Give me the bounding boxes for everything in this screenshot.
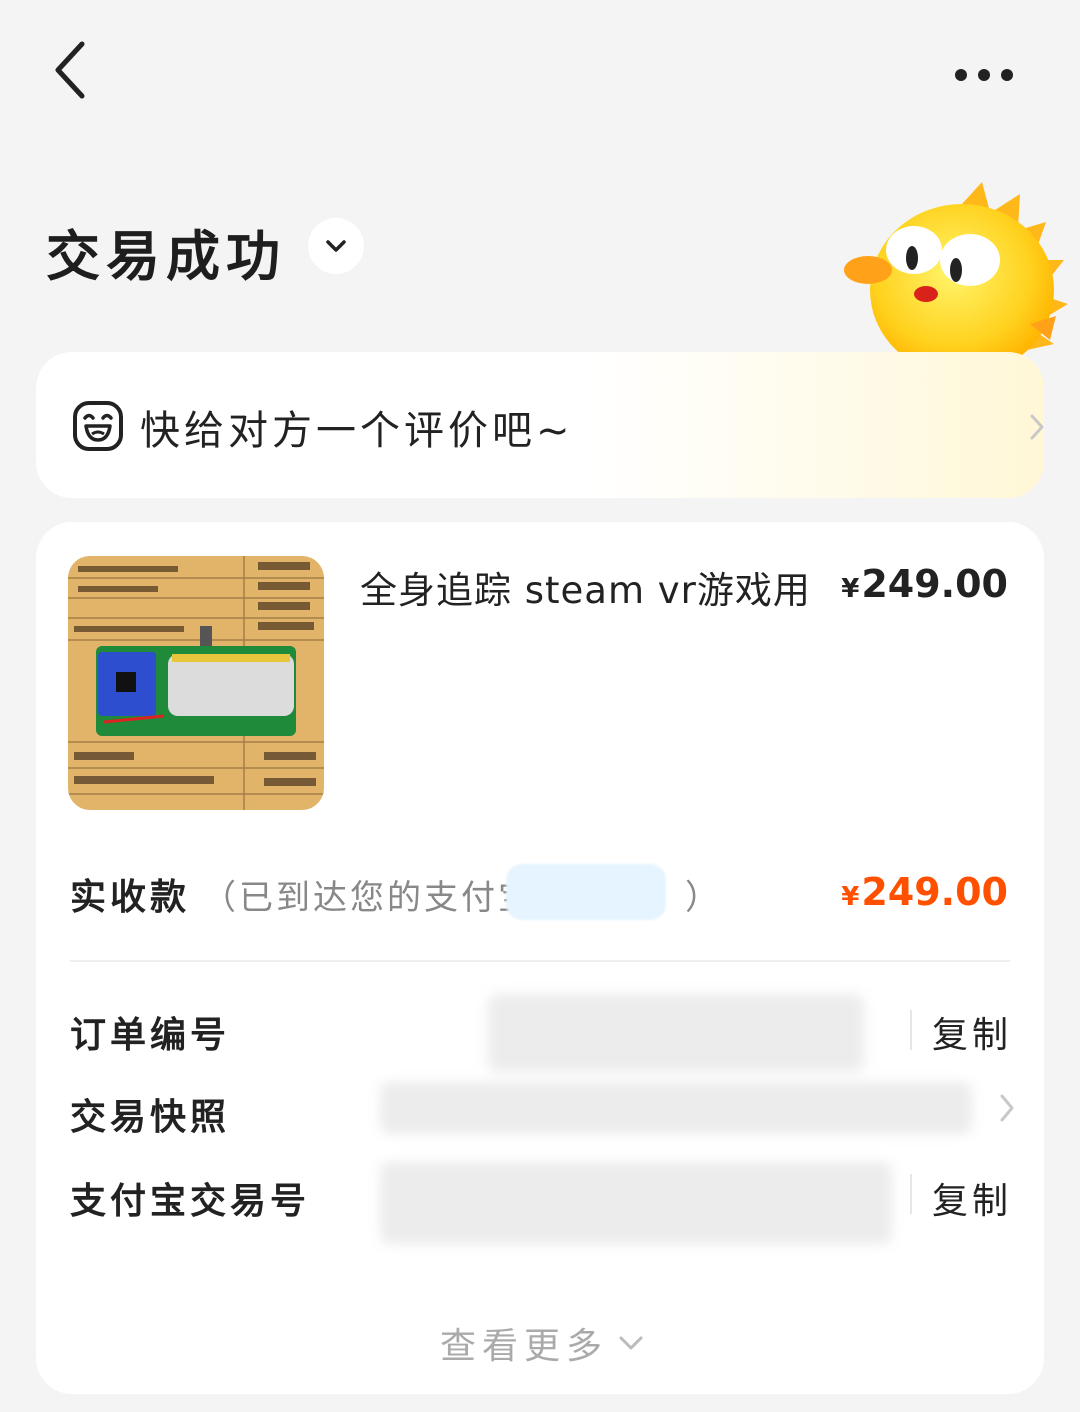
alipay-trade-number-value-redacted (380, 1162, 892, 1244)
chevron-left-icon (55, 41, 85, 99)
review-prompt-banner[interactable]: 快给对方一个评价吧~ (36, 352, 1044, 498)
trade-snapshot-value-redacted[interactable] (380, 1082, 972, 1134)
back-button[interactable] (40, 30, 110, 110)
review-prompt-text: 快给对方一个评价吧~ (140, 408, 574, 454)
received-amount: ¥249.00 (841, 870, 1008, 914)
order-card: 全身追踪 steam vr游戏用 ¥249.00 实收款 （已到达您的支付宝） … (36, 522, 1044, 1394)
product-price-value: 249.00 (861, 562, 1008, 606)
order-number-value-redacted (488, 994, 864, 1072)
product-title[interactable]: 全身追踪 steam vr游戏用 (360, 560, 811, 614)
product-thumbnail[interactable] (68, 556, 324, 810)
chevron-down-icon (619, 1336, 643, 1350)
product-price: ¥249.00 (841, 562, 1008, 606)
divider (70, 960, 1010, 962)
see-more-button[interactable]: 查看更多 (440, 1318, 646, 1368)
smiley-face-icon (73, 401, 123, 451)
chevron-right-icon[interactable] (994, 1092, 1020, 1124)
chevron-right-icon (1030, 414, 1044, 440)
trade-snapshot-label: 交易快照 (70, 1097, 231, 1138)
more-button[interactable] (944, 50, 1034, 100)
received-amount-value: 249.00 (861, 870, 1008, 914)
pcb-with-battery-photo (68, 556, 324, 810)
divider (910, 1010, 912, 1050)
currency-symbol: ¥ (841, 882, 860, 912)
received-note-open: （已到达您的支付宝 (202, 878, 535, 918)
yellow-fish-mascot (844, 182, 1068, 362)
order-number-label: 订单编号 (70, 1015, 231, 1056)
order-status-title: 交易成功 (46, 225, 286, 288)
divider (910, 1174, 912, 1214)
more-dots-icon (955, 69, 1013, 81)
chevron-down-icon (326, 240, 346, 252)
status-expand-button[interactable] (308, 218, 364, 274)
copy-alipay-trade-number-button[interactable]: 复制 (932, 1172, 1012, 1224)
currency-symbol: ¥ (841, 574, 860, 604)
copy-order-number-button[interactable]: 复制 (932, 1006, 1012, 1058)
redaction-mask (506, 864, 666, 920)
order-detail-page: 交易成功 快给对方一个评价吧~ 全身追踪 steam vr游戏用 ¥249.00… (0, 0, 1080, 1412)
alipay-trade-number-label: 支付宝交易号 (70, 1181, 311, 1222)
received-note-close: ） (685, 878, 722, 918)
received-label: 实收款 (70, 877, 191, 918)
see-more-label: 查看更多 (440, 1326, 609, 1367)
